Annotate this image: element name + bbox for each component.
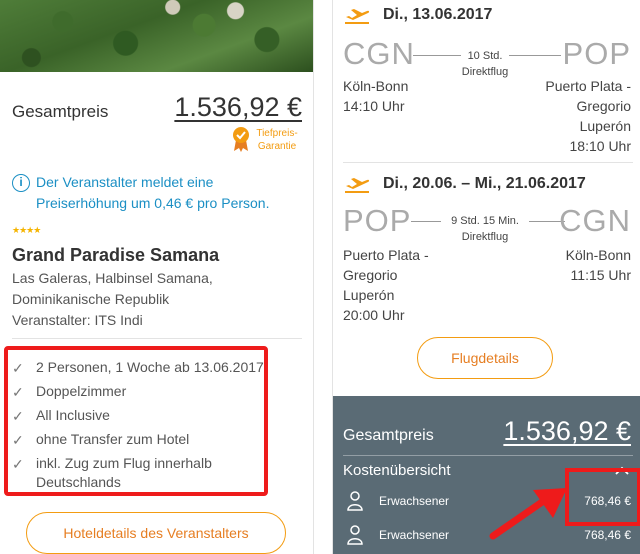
arrival-time: 18:10 Uhr: [569, 138, 631, 154]
summary-price-label: Gesamtpreis: [343, 427, 434, 444]
star-rating: ★★★★: [12, 225, 41, 235]
divider: [12, 338, 302, 339]
flight-panel: Di., 13.06.2017 CGN 10 Std. Direktflug P…: [332, 0, 640, 554]
arrival-info: Köln-Bonn 11:15 Uhr: [566, 245, 631, 285]
hotel-name: Grand Paradise Samana: [12, 245, 220, 265]
cost-overview-title[interactable]: Kostenübersicht: [343, 462, 451, 479]
arrival-airport-code: CGN: [559, 203, 631, 238]
lowest-price-guarantee-badge: Tiefpreis- Garantie: [232, 126, 302, 156]
departure-info: Köln-Bonn 14:10 Uhr: [343, 76, 408, 116]
total-price[interactable]: 1.536,92 €: [174, 92, 302, 123]
takeoff-plane-icon: [345, 9, 370, 24]
arrival-info: Puerto Plata - Gregorio Luperón 18:10 Uh…: [545, 76, 631, 156]
duration-value: 10 Std.: [467, 50, 503, 62]
person-icon: [347, 525, 363, 545]
passenger-price: 768,46 €: [584, 528, 631, 542]
takeoff-plane-icon: [345, 178, 370, 193]
departure-info: Puerto Plata - Gregorio Luperón 20:00 Uh…: [343, 245, 429, 325]
price-increase-notice: i Der Veranstalter meldet eine Preiserhö…: [12, 172, 302, 214]
duration-value: 9 Std. 15 Min.: [451, 215, 519, 227]
hotel-address: Las Galeras, Halbinsel Samana, Dominikan…: [12, 268, 292, 331]
hotel-panel: Gesamtpreis 1.536,92 € Tiefpreis- Garant…: [0, 0, 314, 554]
return-date: Di., 20.06. – Mi., 21.06.2017: [383, 175, 586, 192]
departure-city-line: Gregorio: [343, 267, 398, 283]
address-line-2: Dominikanische Republik: [12, 291, 170, 307]
flight-type: Direktflug: [461, 231, 509, 243]
flight-duration: 9 Std. 15 Min. Direktflug: [441, 213, 529, 245]
hotel-image[interactable]: [0, 0, 313, 72]
annotation-highlight-box: [565, 468, 640, 526]
departure-time: 20:00 Uhr: [343, 307, 405, 323]
route-line: [411, 221, 441, 222]
info-icon: i: [12, 174, 30, 192]
arrival-city: Köln-Bonn: [565, 247, 631, 263]
arrival-city-line: Puerto Plata -: [545, 78, 631, 94]
flight-details-button[interactable]: Flugdetails: [417, 337, 553, 379]
departure-airport-code: CGN: [343, 36, 415, 71]
award-ribbon-icon: [233, 127, 249, 152]
badge-text: Tiefpreis- Garantie: [254, 127, 300, 153]
flight-duration: 10 Std. Direktflug: [451, 48, 519, 80]
address-line-1: Las Galeras, Halbinsel Samana,: [12, 270, 213, 286]
annotation-highlight-box: [4, 346, 268, 496]
outbound-flight: Di., 13.06.2017 CGN 10 Std. Direktflug P…: [333, 6, 640, 156]
flight-type: Direktflug: [461, 66, 509, 78]
tour-operator: Veranstalter: ITS Indi: [12, 312, 143, 328]
divider: [343, 455, 633, 456]
departure-time: 14:10 Uhr: [343, 98, 405, 114]
arrival-city-line: Gregorio: [576, 98, 631, 114]
passenger-type: Erwachsener: [379, 494, 450, 508]
passenger-row: Erwachsener 768,46 €: [343, 524, 633, 548]
departure-city-line: Luperón: [343, 287, 395, 303]
badge-line-1: Tiefpreis-: [256, 128, 298, 139]
annotation-arrow-icon: [489, 488, 567, 540]
notice-text: Der Veranstalter meldet eine Preiserhöhu…: [36, 174, 270, 211]
arrival-airport-code: POP: [562, 36, 631, 71]
divider: [343, 162, 633, 163]
hotel-details-button[interactable]: Hoteldetails des Veranstalters: [26, 512, 286, 554]
departure-airport-code: POP: [343, 203, 412, 238]
summary-total-price[interactable]: 1.536,92 €: [503, 416, 631, 447]
return-flight: Di., 20.06. – Mi., 21.06.2017 POP 9 Std.…: [333, 175, 640, 325]
arrival-city-line: Luperón: [579, 118, 631, 134]
departure-city-line: Puerto Plata -: [343, 247, 429, 263]
passenger-type: Erwachsener: [379, 528, 450, 542]
price-label: Gesamtpreis: [12, 102, 109, 121]
person-icon: [347, 491, 363, 511]
badge-line-2: Garantie: [257, 141, 297, 152]
departure-city: Köln-Bonn: [343, 78, 409, 94]
arrival-time: 11:15 Uhr: [570, 267, 631, 283]
outbound-date: Di., 13.06.2017: [383, 6, 493, 23]
